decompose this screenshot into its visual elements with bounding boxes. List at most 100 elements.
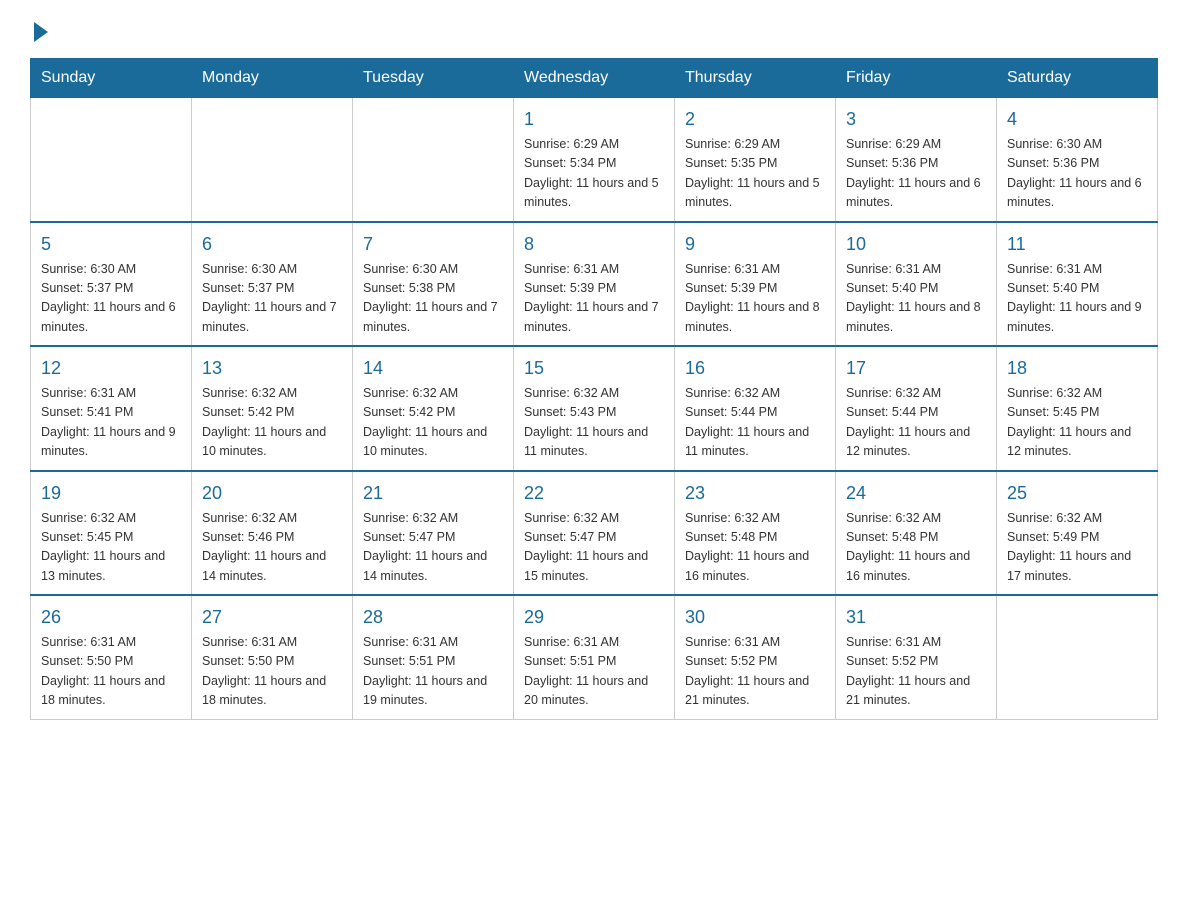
- calendar-cell: 31Sunrise: 6:31 AMSunset: 5:52 PMDayligh…: [836, 595, 997, 719]
- day-info: Sunrise: 6:32 AMSunset: 5:45 PMDaylight:…: [1007, 384, 1147, 462]
- calendar-cell: 17Sunrise: 6:32 AMSunset: 5:44 PMDayligh…: [836, 346, 997, 471]
- day-info: Sunrise: 6:31 AMSunset: 5:50 PMDaylight:…: [202, 633, 342, 711]
- calendar-cell: 26Sunrise: 6:31 AMSunset: 5:50 PMDayligh…: [31, 595, 192, 719]
- day-info: Sunrise: 6:32 AMSunset: 5:48 PMDaylight:…: [846, 509, 986, 587]
- day-info: Sunrise: 6:32 AMSunset: 5:46 PMDaylight:…: [202, 509, 342, 587]
- day-number: 2: [685, 106, 825, 133]
- day-number: 14: [363, 355, 503, 382]
- day-number: 10: [846, 231, 986, 258]
- calendar-cell: 10Sunrise: 6:31 AMSunset: 5:40 PMDayligh…: [836, 222, 997, 347]
- calendar-cell: 2Sunrise: 6:29 AMSunset: 5:35 PMDaylight…: [675, 98, 836, 222]
- day-info: Sunrise: 6:31 AMSunset: 5:51 PMDaylight:…: [524, 633, 664, 711]
- day-number: 28: [363, 604, 503, 631]
- calendar-cell: 27Sunrise: 6:31 AMSunset: 5:50 PMDayligh…: [192, 595, 353, 719]
- column-header-sunday: Sunday: [31, 59, 192, 98]
- day-info: Sunrise: 6:29 AMSunset: 5:34 PMDaylight:…: [524, 135, 664, 213]
- day-number: 1: [524, 106, 664, 133]
- day-number: 20: [202, 480, 342, 507]
- calendar-cell: 19Sunrise: 6:32 AMSunset: 5:45 PMDayligh…: [31, 471, 192, 596]
- day-number: 8: [524, 231, 664, 258]
- calendar-cell: 14Sunrise: 6:32 AMSunset: 5:42 PMDayligh…: [353, 346, 514, 471]
- calendar-week-row: 26 Sunrise: 6:31 AMSunset: 5:50 PMDayligh…: [31, 595, 1158, 719]
- calendar-cell: 12Sunrise: 6:31 AMSunset: 5:41 PMDayligh…: [31, 346, 192, 471]
- day-number: 6: [202, 231, 342, 258]
- calendar-cell: 23Sunrise: 6:32 AMSunset: 5:48 PMDayligh…: [675, 471, 836, 596]
- calendar-cell: [997, 595, 1158, 719]
- day-number: 29: [524, 604, 664, 631]
- column-header-saturday: Saturday: [997, 59, 1158, 98]
- day-info: Sunrise: 6:29 AMSunset: 5:35 PMDaylight:…: [685, 135, 825, 213]
- calendar-cell: [31, 98, 192, 222]
- day-info: Sunrise: 6:30 AMSunset: 5:37 PMDaylight:…: [202, 260, 342, 338]
- calendar-week-row: 19Sunrise: 6:32 AMSunset: 5:45 PMDayligh…: [31, 471, 1158, 596]
- calendar-cell: 24Sunrise: 6:32 AMSunset: 5:48 PMDayligh…: [836, 471, 997, 596]
- calendar-cell: 6Sunrise: 6:30 AMSunset: 5:37 PMDaylight…: [192, 222, 353, 347]
- calendar-cell: 20Sunrise: 6:32 AMSunset: 5:46 PMDayligh…: [192, 471, 353, 596]
- day-number: 17: [846, 355, 986, 382]
- calendar-cell: 22Sunrise: 6:32 AMSunset: 5:47 PMDayligh…: [514, 471, 675, 596]
- day-info: Sunrise: 6:31 AMSunset: 5:40 PMDaylight:…: [846, 260, 986, 338]
- column-header-tuesday: Tuesday: [353, 59, 514, 98]
- calendar-cell: [353, 98, 514, 222]
- calendar-cell: [192, 98, 353, 222]
- calendar-cell: 21Sunrise: 6:32 AMSunset: 5:47 PMDayligh…: [353, 471, 514, 596]
- day-number: 24: [846, 480, 986, 507]
- calendar-cell: 11Sunrise: 6:31 AMSunset: 5:40 PMDayligh…: [997, 222, 1158, 347]
- day-info: Sunrise: 6:32 AMSunset: 5:44 PMDaylight:…: [685, 384, 825, 462]
- day-info: Sunrise: 6:31 AMSunset: 5:41 PMDaylight:…: [41, 384, 181, 462]
- calendar-cell: 29Sunrise: 6:31 AMSunset: 5:51 PMDayligh…: [514, 595, 675, 719]
- day-number: 11: [1007, 231, 1147, 258]
- calendar-cell: 7Sunrise: 6:30 AMSunset: 5:38 PMDaylight…: [353, 222, 514, 347]
- day-number: 27: [202, 604, 342, 631]
- day-info: Sunrise: 6:32 AMSunset: 5:49 PMDaylight:…: [1007, 509, 1147, 587]
- logo: [30, 20, 48, 38]
- day-info: Sunrise: 6:32 AMSunset: 5:48 PMDaylight:…: [685, 509, 825, 587]
- day-info: Sunrise: 6:32 AMSunset: 5:44 PMDaylight:…: [846, 384, 986, 462]
- day-number: 31: [846, 604, 986, 631]
- calendar-header-row: SundayMondayTuesdayWednesdayThursdayFrid…: [31, 59, 1158, 98]
- day-info: Sunrise: 6:30 AMSunset: 5:36 PMDaylight:…: [1007, 135, 1147, 213]
- calendar-cell: 5Sunrise: 6:30 AMSunset: 5:37 PMDaylight…: [31, 222, 192, 347]
- day-info: Sunrise: 6:32 AMSunset: 5:47 PMDaylight:…: [363, 509, 503, 587]
- day-number: 23: [685, 480, 825, 507]
- calendar-week-row: 5Sunrise: 6:30 AMSunset: 5:37 PMDaylight…: [31, 222, 1158, 347]
- day-number: 26: [41, 604, 181, 631]
- day-number: 18: [1007, 355, 1147, 382]
- calendar-cell: 8Sunrise: 6:31 AMSunset: 5:39 PMDaylight…: [514, 222, 675, 347]
- day-info: Sunrise: 6:31 AMSunset: 5:39 PMDaylight:…: [685, 260, 825, 338]
- logo-arrow-icon: [34, 22, 48, 42]
- day-info: Sunrise: 6:30 AMSunset: 5:37 PMDaylight:…: [41, 260, 181, 338]
- day-info: Sunrise: 6:31 AMSunset: 5:51 PMDaylight:…: [363, 633, 503, 711]
- calendar-cell: 9Sunrise: 6:31 AMSunset: 5:39 PMDaylight…: [675, 222, 836, 347]
- day-info: Sunrise: 6:31 AMSunset: 5:39 PMDaylight:…: [524, 260, 664, 338]
- column-header-wednesday: Wednesday: [514, 59, 675, 98]
- calendar-cell: 1Sunrise: 6:29 AMSunset: 5:34 PMDaylight…: [514, 98, 675, 222]
- day-info: Sunrise: 6:29 AMSunset: 5:36 PMDaylight:…: [846, 135, 986, 213]
- day-number: 12: [41, 355, 181, 382]
- day-info: Sunrise: 6:32 AMSunset: 5:47 PMDaylight:…: [524, 509, 664, 587]
- day-number: 4: [1007, 106, 1147, 133]
- day-number: 16: [685, 355, 825, 382]
- day-info: Sunrise: 6:31 AMSunset: 5:52 PMDaylight:…: [846, 633, 986, 711]
- day-info: Sunrise: 6:31 AMSunset: 5:52 PMDaylight:…: [685, 633, 825, 711]
- day-info: Sunrise: 6:32 AMSunset: 5:43 PMDaylight:…: [524, 384, 664, 462]
- column-header-monday: Monday: [192, 59, 353, 98]
- calendar-table: SundayMondayTuesdayWednesdayThursdayFrid…: [30, 58, 1158, 720]
- calendar-cell: 4Sunrise: 6:30 AMSunset: 5:36 PMDaylight…: [997, 98, 1158, 222]
- calendar-cell: 16Sunrise: 6:32 AMSunset: 5:44 PMDayligh…: [675, 346, 836, 471]
- calendar-cell: 28Sunrise: 6:31 AMSunset: 5:51 PMDayligh…: [353, 595, 514, 719]
- day-info: Sunrise: 6:30 AMSunset: 5:38 PMDaylight:…: [363, 260, 503, 338]
- calendar-cell: 3Sunrise: 6:29 AMSunset: 5:36 PMDaylight…: [836, 98, 997, 222]
- day-info: Sunrise: 6:32 AMSunset: 5:42 PMDaylight:…: [363, 384, 503, 462]
- day-number: 13: [202, 355, 342, 382]
- day-number: 22: [524, 480, 664, 507]
- day-number: 7: [363, 231, 503, 258]
- calendar-cell: 18Sunrise: 6:32 AMSunset: 5:45 PMDayligh…: [997, 346, 1158, 471]
- day-number: 15: [524, 355, 664, 382]
- day-number: 19: [41, 480, 181, 507]
- column-header-thursday: Thursday: [675, 59, 836, 98]
- day-number: 9: [685, 231, 825, 258]
- column-header-friday: Friday: [836, 59, 997, 98]
- day-info: Sunrise: 6:32 AMSunset: 5:45 PMDaylight:…: [41, 509, 181, 587]
- calendar-cell: 30Sunrise: 6:31 AMSunset: 5:52 PMDayligh…: [675, 595, 836, 719]
